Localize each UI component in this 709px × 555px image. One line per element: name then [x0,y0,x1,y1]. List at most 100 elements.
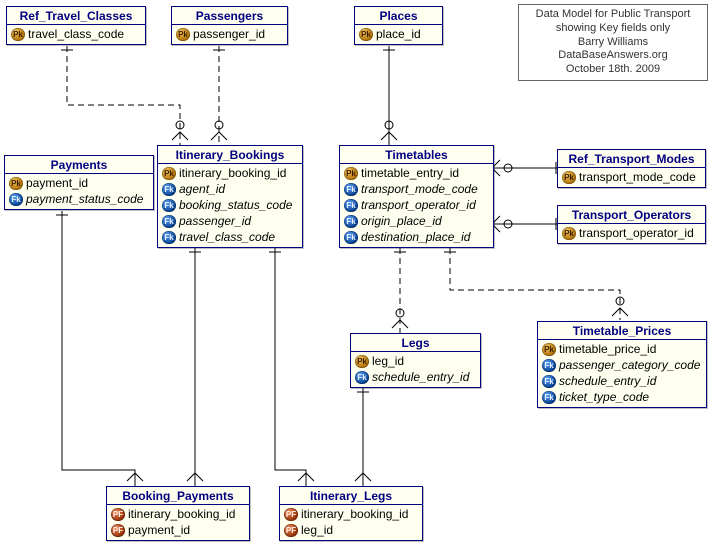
entity-title: Itinerary_Bookings [158,146,302,164]
entity-booking-payments[interactable]: Booking_Payments PFitinerary_booking_idP… [106,486,250,541]
foreign-key-icon: Fk [344,231,358,244]
entity-title: Timetable_Prices [538,322,706,340]
primary-key-icon: Pk [344,167,358,180]
diagram-notes: Data Model for Public Transport showing … [518,4,708,81]
entity-field: Fkpassenger_id [162,213,298,229]
entity-field: Pktimetable_entry_id [344,165,489,181]
foreign-key-icon: Fk [162,231,176,244]
field-label: itinerary_booking_id [301,507,408,521]
entity-field: PFleg_id [284,522,418,538]
entity-field: PFitinerary_booking_id [111,506,245,522]
note-line: showing Key fields only [525,22,701,36]
pk-fk-icon: PF [284,508,298,521]
entity-field: Fkpayment_status_code [9,191,149,207]
field-label: travel_class_code [179,230,275,244]
foreign-key-icon: Fk [162,215,176,228]
field-label: schedule_entry_id [372,370,469,384]
entity-field: Pkitinerary_booking_id [162,165,298,181]
entity-field: Pktransport_mode_code [562,169,701,185]
field-label: payment_id [26,176,88,190]
entity-title: Passengers [172,7,287,25]
note-line: Barry Williams [525,36,701,50]
entity-title: Transport_Operators [558,206,705,224]
field-label: passenger_category_code [559,358,700,372]
entity-title: Legs [351,334,480,352]
field-label: itinerary_booking_id [179,166,286,180]
entity-payments[interactable]: Payments Pkpayment_idFkpayment_status_co… [4,155,154,210]
field-label: passenger_id [179,214,251,228]
field-label: transport_operator_id [361,198,476,212]
foreign-key-icon: Fk [162,183,176,196]
entity-title: Booking_Payments [107,487,249,505]
field-label: schedule_entry_id [559,374,656,388]
field-label: transport_mode_code [361,182,478,196]
entity-legs[interactable]: Legs Pkleg_idFkschedule_entry_id [350,333,481,388]
field-label: leg_id [372,354,404,368]
entity-itinerary-bookings[interactable]: Itinerary_Bookings Pkitinerary_booking_i… [157,145,303,248]
entity-field: Pkpayment_id [9,175,149,191]
field-label: itinerary_booking_id [128,507,235,521]
entity-field: Pkpassenger_id [176,26,283,42]
entity-field: Fktransport_operator_id [344,197,489,213]
field-label: timetable_entry_id [361,166,459,180]
primary-key-icon: Pk [359,28,373,41]
entity-field: Fkschedule_entry_id [355,369,476,385]
field-label: place_id [376,27,421,41]
field-label: destination_place_id [361,230,470,244]
field-label: booking_status_code [179,198,292,212]
field-label: timetable_price_id [559,342,656,356]
entity-field: PFitinerary_booking_id [284,506,418,522]
primary-key-icon: Pk [176,28,190,41]
entity-ref-travel-classes[interactable]: Ref_Travel_Classes Pktravel_class_code [6,6,146,45]
note-line: October 18th. 2009 [525,63,701,77]
foreign-key-icon: Fk [355,371,369,384]
field-label: leg_id [301,523,333,537]
pk-fk-icon: PF [284,524,298,537]
entity-places[interactable]: Places Pkplace_id [354,6,443,45]
primary-key-icon: Pk [162,167,176,180]
connectors-layer [0,0,709,555]
entity-title: Timetables [340,146,493,164]
foreign-key-icon: Fk [542,359,556,372]
entity-title: Ref_Travel_Classes [7,7,145,25]
entity-field: Fkschedule_entry_id [542,373,702,389]
primary-key-icon: Pk [11,28,25,41]
entity-transport-operators[interactable]: Transport_Operators Pktransport_operator… [557,205,706,244]
entity-field: Pktimetable_price_id [542,341,702,357]
entity-field: Pkplace_id [359,26,438,42]
er-diagram-canvas: Data Model for Public Transport showing … [0,0,709,555]
entity-field: Fkticket_type_code [542,389,702,405]
pk-fk-icon: PF [111,524,125,537]
field-label: travel_class_code [28,27,124,41]
primary-key-icon: Pk [562,171,576,184]
entity-field: Fkorigin_place_id [344,213,489,229]
entity-itinerary-legs[interactable]: Itinerary_Legs PFitinerary_booking_idPFl… [279,486,423,541]
note-line: Data Model for Public Transport [525,8,701,22]
field-label: transport_operator_id [579,226,694,240]
entity-title: Payments [5,156,153,174]
entity-field: Fkbooking_status_code [162,197,298,213]
foreign-key-icon: Fk [344,215,358,228]
note-line: DataBaseAnswers.org [525,49,701,63]
foreign-key-icon: Fk [542,375,556,388]
entity-passengers[interactable]: Passengers Pkpassenger_id [171,6,288,45]
entity-field: Pktransport_operator_id [562,225,701,241]
primary-key-icon: Pk [562,227,576,240]
entity-title: Ref_Transport_Modes [558,150,705,168]
primary-key-icon: Pk [9,177,23,190]
entity-title: Itinerary_Legs [280,487,422,505]
foreign-key-icon: Fk [9,193,23,206]
entity-title: Places [355,7,442,25]
entity-field: Fktravel_class_code [162,229,298,245]
field-label: origin_place_id [361,214,442,228]
primary-key-icon: Pk [542,343,556,356]
entity-timetables[interactable]: Timetables Pktimetable_entry_idFktranspo… [339,145,494,248]
entity-field: Pkleg_id [355,353,476,369]
entity-ref-transport-modes[interactable]: Ref_Transport_Modes Pktransport_mode_cod… [557,149,706,188]
field-label: transport_mode_code [579,170,696,184]
primary-key-icon: Pk [355,355,369,368]
field-label: agent_id [179,182,225,196]
entity-timetable-prices[interactable]: Timetable_Prices Pktimetable_price_idFkp… [537,321,707,408]
field-label: passenger_id [193,27,265,41]
foreign-key-icon: Fk [344,199,358,212]
